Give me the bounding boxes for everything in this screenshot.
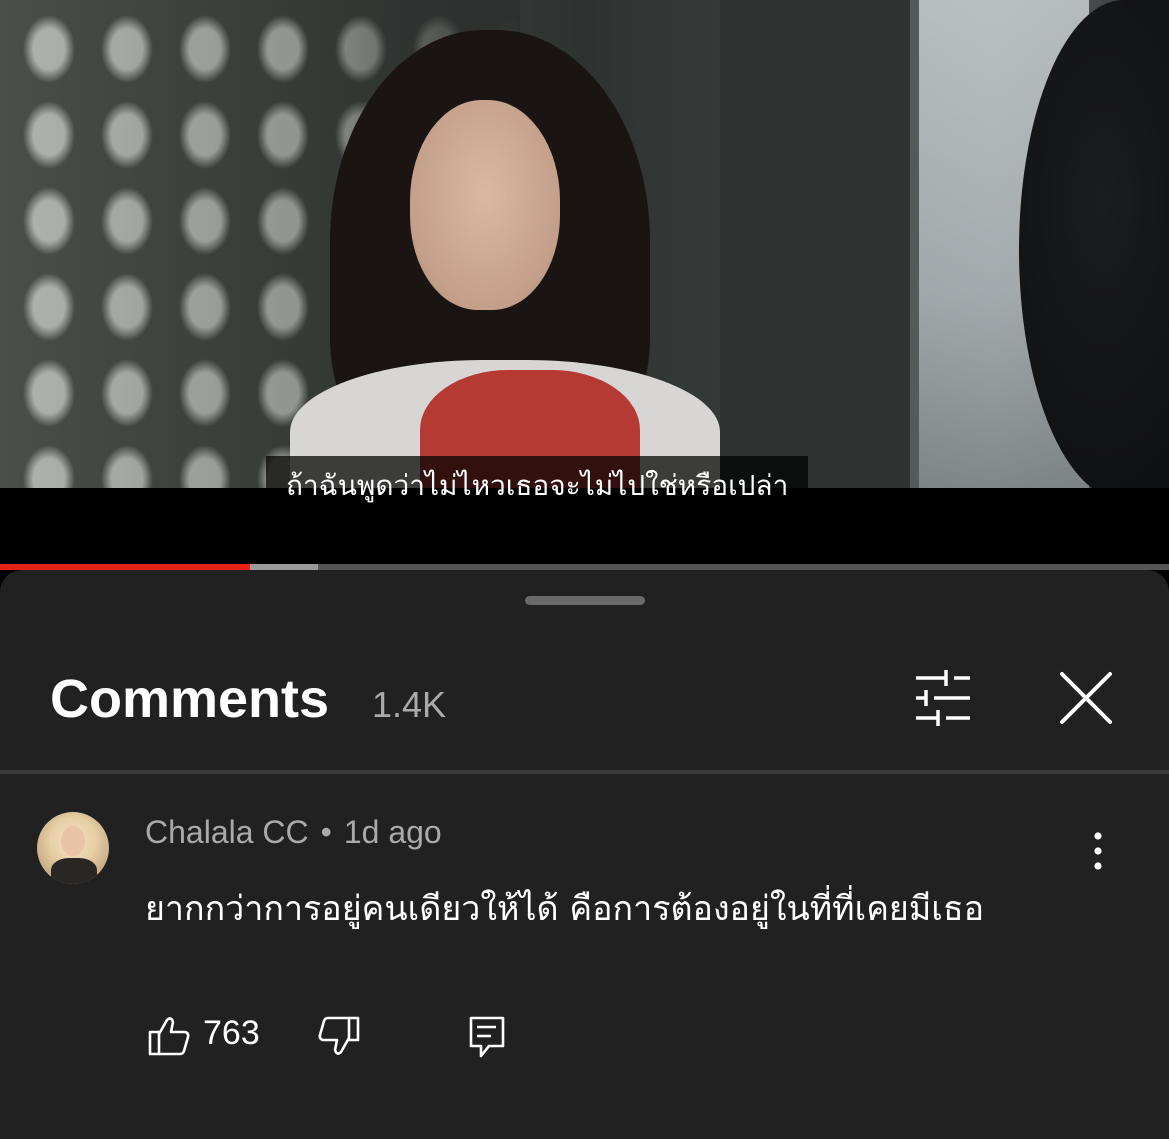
reply-icon: [469, 1016, 505, 1058]
comment-text: ยากกว่าการอยู่คนเดียวให้ได้ คือการต้องอย…: [145, 889, 985, 929]
comment-time: 1d ago: [343, 814, 442, 850]
comments-title: Comments: [50, 669, 330, 729]
like-count: 763: [203, 1014, 260, 1052]
comment-meta: Chalala CC • 1d ago: [145, 814, 442, 851]
thumbs-up-icon: [148, 1017, 190, 1056]
actress-figure: [270, 30, 730, 488]
video-player[interactable]: ถ้าฉันพูดว่าไม่ไหวเธอจะไม่ไปใช่หรือเปล่า: [0, 0, 1169, 570]
more-vert-icon: [1094, 832, 1102, 870]
subtitle-caption: ถ้าฉันพูดว่าไม่ไหวเธอจะไม่ไปใช่หรือเปล่า: [266, 456, 809, 516]
face: [410, 100, 560, 310]
reply-button[interactable]: [463, 1012, 511, 1060]
video-frame: [0, 0, 1169, 488]
avatar-face: [61, 826, 85, 856]
comments-sheet: Comments 1.4K Chalala CC • 1d ago ยากกว่…: [0, 570, 1169, 1139]
comments-count: 1.4K: [372, 684, 447, 725]
dislike-button[interactable]: [315, 1012, 363, 1060]
sliders-icon: [916, 670, 970, 726]
avatar-body: [51, 858, 97, 884]
like-button[interactable]: [145, 1012, 193, 1060]
comment-author[interactable]: Chalala CC: [145, 814, 309, 850]
comment-more-button[interactable]: [1082, 828, 1114, 874]
close-icon: [1060, 672, 1112, 724]
background-door: [720, 0, 910, 488]
thumbs-down-icon: [318, 1016, 360, 1055]
sort-filter-button[interactable]: [906, 666, 978, 732]
avatar[interactable]: [37, 812, 109, 884]
drag-handle[interactable]: [525, 596, 645, 605]
meta-separator: •: [320, 814, 332, 850]
comment-item: Chalala CC • 1d ago ยากกว่าการอยู่คนเดียวใ…: [0, 774, 1169, 1139]
close-button[interactable]: [1052, 666, 1120, 732]
